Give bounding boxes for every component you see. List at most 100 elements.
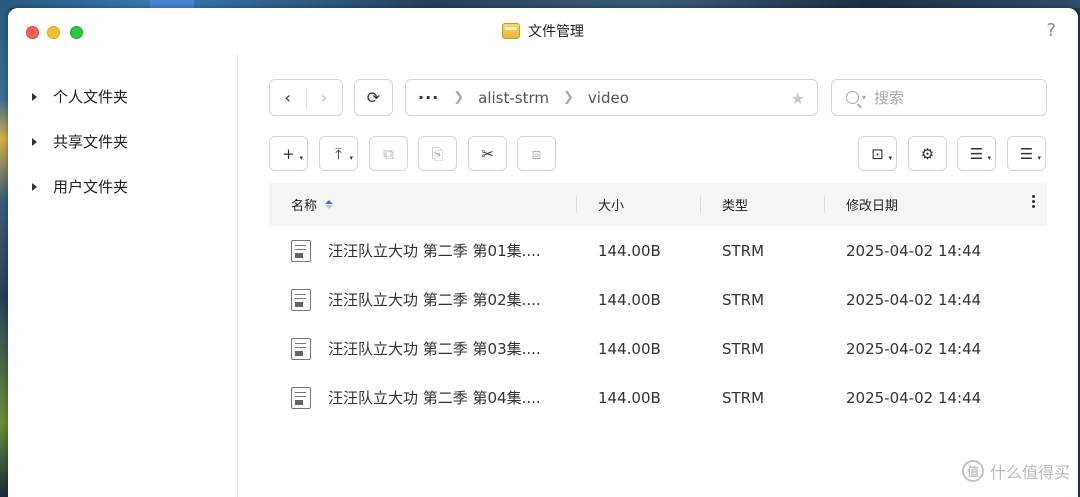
sort-button[interactable]: ☰ ▾ — [1007, 136, 1046, 171]
table-row[interactable]: 汪汪队立大功 第二季 第01集.... 144.00B STRM 2025-04… — [269, 226, 1047, 275]
file-icon-cell — [291, 275, 311, 324]
sidebar-item-label: 个人文件夹 — [53, 88, 129, 106]
copy-icon: ⧉ — [383, 144, 394, 163]
column-options-icon[interactable] — [1032, 195, 1035, 208]
breadcrumb-segment-video[interactable]: video — [588, 89, 629, 107]
chevron-right-icon: ❯ — [453, 90, 465, 105]
file-manager-window: 文件管理 ? 个人文件夹 共享文件夹 用户文件夹 ‹ › ⟳ ··· ❯ ali… — [8, 8, 1078, 497]
file-table: 名称 大小 类型 修改日期 汪汪队立大功 第二季 第01集.... 144.00… — [269, 183, 1047, 422]
task-button[interactable]: ⊡ ▾ — [858, 136, 897, 171]
scissors-icon: ✂ — [481, 144, 494, 163]
file-manager-app-icon — [502, 23, 520, 39]
dropdown-icon: ▾ — [349, 154, 353, 162]
watermark-text: 什么值得买 — [989, 463, 1070, 482]
watermark-badge-icon: 值 — [961, 460, 984, 482]
dropdown-icon: ▾ — [1037, 154, 1041, 162]
column-header-modified[interactable]: 修改日期 — [846, 183, 898, 226]
column-header-label: 名称 — [291, 199, 318, 214]
document-file-icon — [291, 288, 311, 311]
list-view-icon: ☰ — [969, 144, 984, 163]
table-row[interactable]: 汪汪队立大功 第二季 第03集.... 144.00B STRM 2025-04… — [269, 324, 1047, 373]
column-divider[interactable] — [700, 196, 701, 213]
search-icon — [846, 91, 859, 104]
dropdown-icon: ▾ — [888, 154, 892, 162]
file-type: STRM — [722, 290, 765, 309]
settings-button[interactable]: ⚙ — [908, 136, 947, 171]
column-header-name[interactable]: 名称 — [291, 183, 334, 226]
column-header-type[interactable]: 类型 — [722, 183, 748, 226]
briefcase-icon: ⊡ — [871, 144, 884, 163]
file-name: 汪汪队立大功 第二季 第04集.... — [328, 389, 541, 407]
expand-caret-icon[interactable] — [32, 92, 37, 101]
file-name: 汪汪队立大功 第二季 第02集.... — [328, 291, 541, 309]
favorite-star-icon[interactable]: ★ — [791, 89, 805, 108]
gear-icon: ⚙ — [920, 144, 935, 163]
column-divider[interactable] — [824, 196, 825, 213]
file-size: 144.00B — [598, 388, 661, 407]
forward-button[interactable]: › — [306, 80, 342, 115]
watermark: 值 什么值得买 — [961, 459, 1070, 483]
dropdown-icon: ▾ — [299, 154, 303, 162]
column-header-label: 类型 — [722, 199, 749, 214]
compress-button[interactable]: ⧈ — [517, 136, 556, 171]
file-name: 汪汪队立大功 第二季 第01集.... — [328, 242, 541, 260]
cut-button[interactable]: ✂ — [468, 136, 507, 171]
file-name: 汪汪队立大功 第二季 第03集.... — [328, 340, 541, 358]
table-row[interactable]: 汪汪队立大功 第二季 第02集.... 144.00B STRM 2025-04… — [269, 275, 1047, 324]
sort-icon: ☰ — [1019, 144, 1034, 163]
document-file-icon — [291, 337, 311, 360]
sidebar: 个人文件夹 共享文件夹 用户文件夹 — [8, 54, 238, 497]
navigation-button-group: ‹ › — [269, 79, 343, 116]
path-breadcrumb: ··· ❯ alist-strm ❯ video ★ — [405, 79, 818, 116]
file-modified: 2025-04-02 14:44 — [846, 241, 982, 260]
column-divider[interactable] — [576, 196, 577, 213]
move-button[interactable]: ⎘ — [418, 136, 457, 171]
file-icon-cell — [291, 324, 311, 373]
file-modified: 2025-04-02 14:44 — [846, 388, 982, 407]
document-file-icon — [291, 239, 311, 262]
path-more-button[interactable]: ··· — [418, 88, 439, 107]
column-header-size[interactable]: 大小 — [598, 183, 624, 226]
search-placeholder: 搜索 — [874, 89, 905, 107]
plus-icon: + — [282, 144, 295, 163]
file-type: STRM — [722, 339, 765, 358]
column-header-label: 大小 — [598, 199, 625, 214]
chevron-right-icon: ❯ — [563, 90, 574, 105]
file-type: STRM — [722, 388, 765, 407]
file-size: 144.00B — [598, 339, 661, 358]
table-row[interactable]: 汪汪队立大功 第二季 第04集.... 144.00B STRM 2025-04… — [269, 373, 1047, 422]
sidebar-item-shared-folder[interactable]: 共享文件夹 — [8, 119, 237, 164]
window-title: 文件管理 — [528, 24, 584, 40]
expand-caret-icon[interactable] — [32, 182, 37, 191]
title-bar: 文件管理 ? — [8, 8, 1078, 54]
move-icon: ⎘ — [431, 144, 444, 163]
copy-button[interactable]: ⧉ — [369, 136, 408, 171]
sidebar-item-label: 共享文件夹 — [53, 133, 129, 151]
view-mode-button[interactable]: ☰ ▾ — [957, 136, 996, 171]
breadcrumb-segment-alist-strm[interactable]: alist-strm — [478, 89, 549, 107]
dropdown-icon: ▾ — [987, 154, 991, 162]
new-button[interactable]: + ▾ — [269, 136, 308, 171]
refresh-button[interactable]: ⟳ — [354, 79, 393, 116]
file-size: 144.00B — [598, 290, 661, 309]
file-modified: 2025-04-02 14:44 — [846, 339, 982, 358]
sidebar-item-label: 用户文件夹 — [53, 178, 129, 196]
file-size: 144.00B — [598, 241, 661, 260]
sidebar-item-user-folder[interactable]: 用户文件夹 — [8, 164, 237, 209]
chevron-down-icon: ▾ — [862, 93, 867, 102]
table-header: 名称 大小 类型 修改日期 — [269, 183, 1047, 226]
compress-icon: ⧈ — [531, 144, 542, 163]
main-panel: ‹ › ⟳ ··· ❯ alist-strm ❯ video ★ ▾ 搜索 + ▾… — [239, 54, 1078, 497]
upload-icon: ⤒ — [335, 144, 342, 163]
column-header-label: 修改日期 — [846, 199, 899, 214]
search-input[interactable]: ▾ 搜索 — [831, 79, 1047, 116]
back-button[interactable]: ‹ — [270, 80, 306, 115]
file-icon-cell — [291, 226, 311, 275]
expand-caret-icon[interactable] — [32, 137, 37, 146]
upload-button[interactable]: ⤒ ▾ — [319, 136, 358, 171]
window-title-group: 文件管理 — [8, 8, 1078, 54]
file-icon-cell — [291, 373, 311, 422]
help-icon[interactable]: ? — [1046, 20, 1056, 41]
sidebar-item-personal-folder[interactable]: 个人文件夹 — [8, 74, 237, 119]
sort-ascending-icon — [325, 200, 334, 209]
